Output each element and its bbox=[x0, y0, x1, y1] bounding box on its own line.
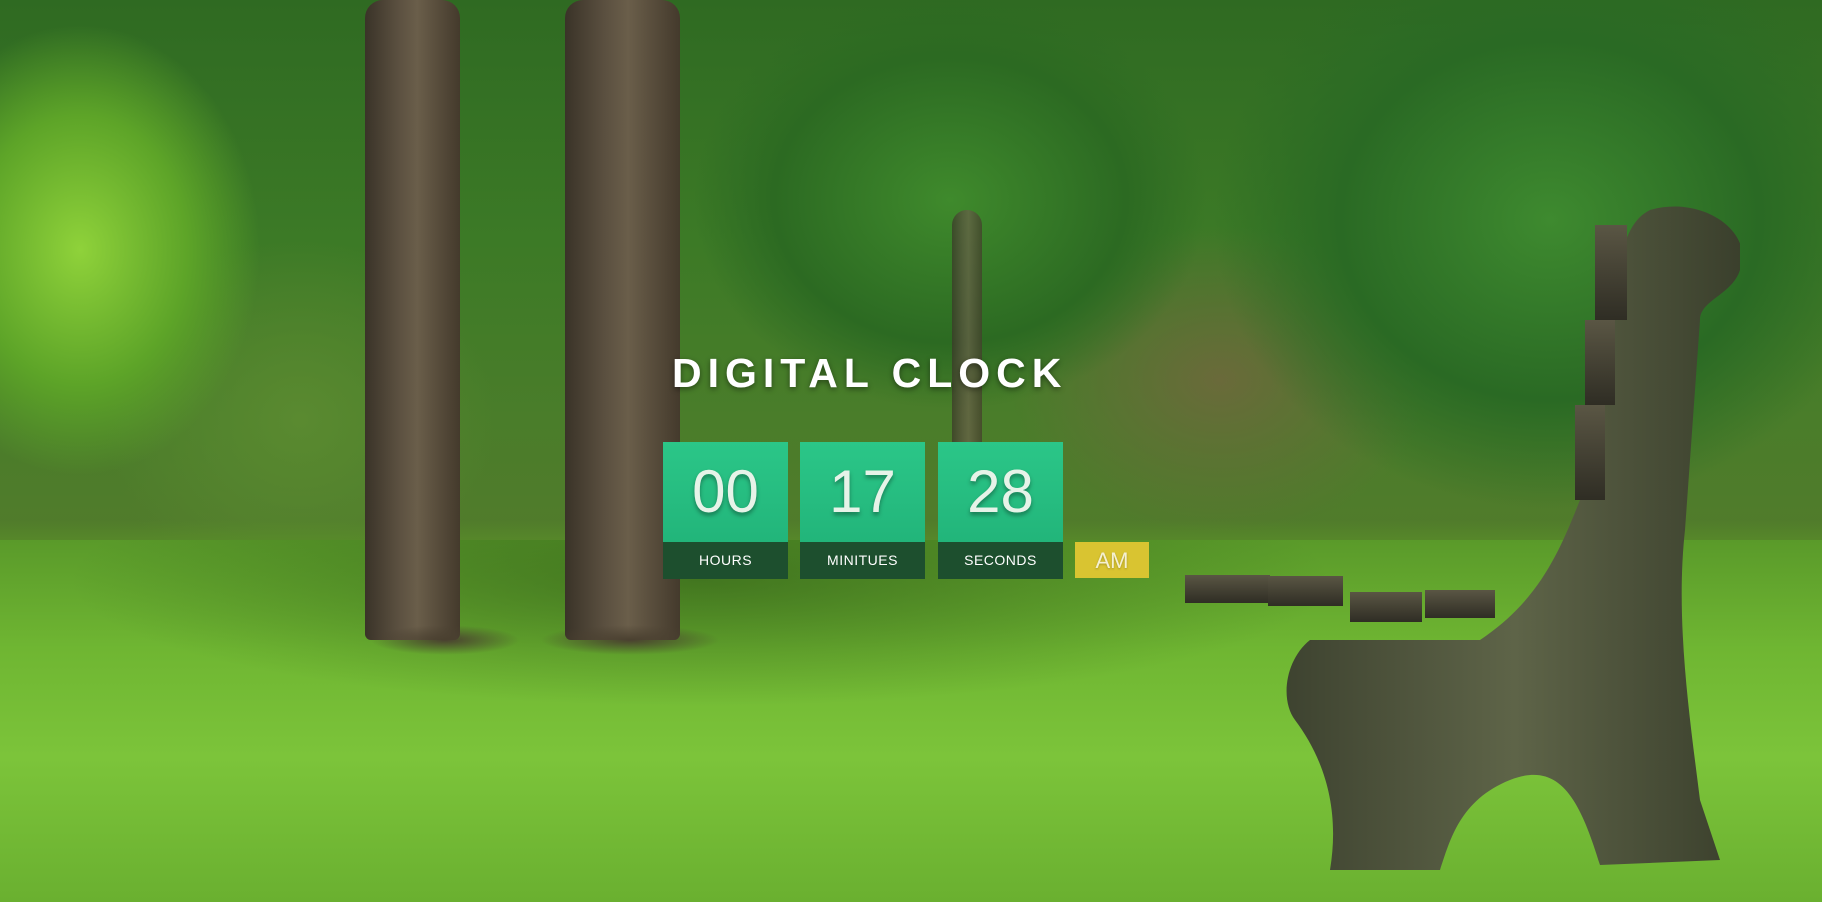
hours-value: 00 bbox=[663, 442, 788, 542]
tree-root-left bbox=[370, 625, 520, 655]
hours-label: HOURS bbox=[663, 542, 788, 579]
clock-title: DIGITAL CLOCK bbox=[672, 350, 1068, 396]
minutes-label: MINITUES bbox=[800, 542, 925, 579]
meridiem-badge: AM bbox=[1075, 542, 1149, 578]
minutes-value: 17 bbox=[800, 442, 925, 542]
tree-trunk-left bbox=[365, 0, 460, 640]
seconds-label: SECONDS bbox=[938, 542, 1063, 579]
seconds-value: 28 bbox=[938, 442, 1063, 542]
seconds-unit: 28 SECONDS bbox=[938, 442, 1063, 579]
hours-unit: 00 HOURS bbox=[663, 442, 788, 579]
minutes-unit: 17 MINITUES bbox=[800, 442, 925, 579]
tree-root-right bbox=[540, 625, 720, 655]
park-bench bbox=[1185, 206, 1740, 870]
clock-display: 00 HOURS 17 MINITUES 28 SECONDS AM bbox=[662, 442, 1162, 580]
